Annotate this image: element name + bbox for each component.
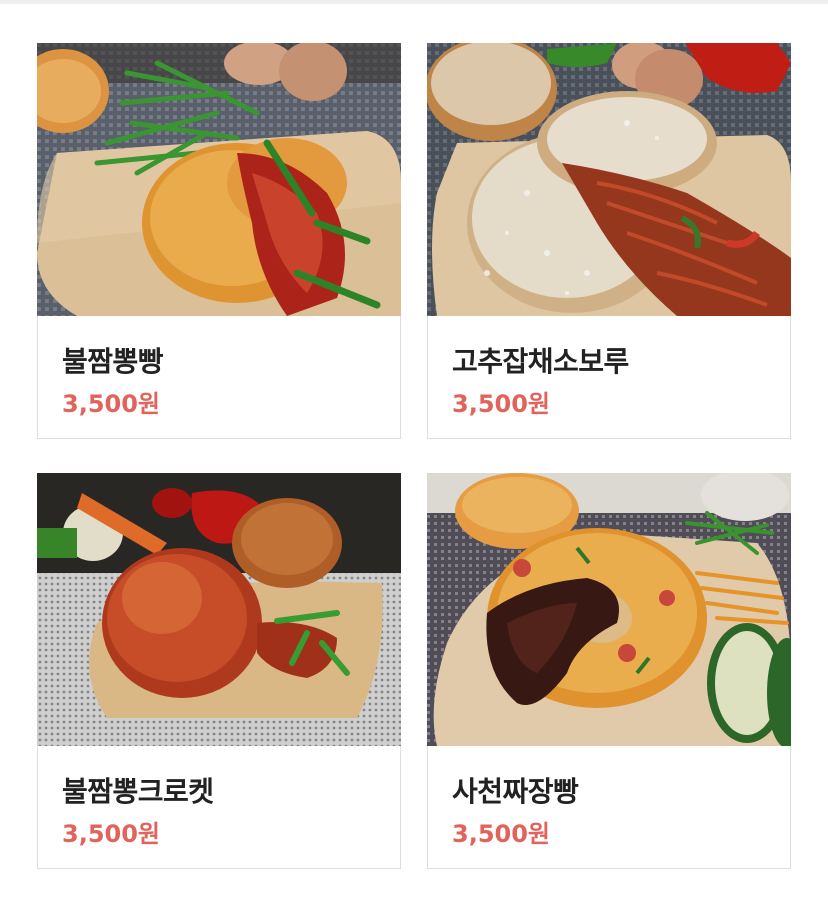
product-photo[interactable] <box>37 473 401 746</box>
product-photo[interactable] <box>37 43 401 316</box>
product-photo[interactable] <box>427 43 791 316</box>
product-price: 3,500원 <box>62 390 160 418</box>
product-name[interactable]: 불짬뽕빵 <box>62 340 164 380</box>
product-card[interactable]: 불짬뽕빵 3,500원 <box>37 43 401 439</box>
product-photo[interactable] <box>427 473 791 746</box>
product-name[interactable]: 사천짜장빵 <box>452 770 579 810</box>
product-price: 3,500원 <box>452 390 550 418</box>
product-card[interactable]: 사천짜장빵 3,500원 <box>427 473 791 869</box>
product-price: 3,500원 <box>62 820 160 848</box>
product-name[interactable]: 불짬뽕크로켓 <box>62 770 214 810</box>
top-divider <box>0 0 828 4</box>
product-name[interactable]: 고추잡채소보루 <box>452 340 629 380</box>
product-card[interactable]: 고추잡채소보루 3,500원 <box>427 43 791 439</box>
product-price: 3,500원 <box>452 820 550 848</box>
product-card[interactable]: 불짬뽕크로켓 3,500원 <box>37 473 401 869</box>
